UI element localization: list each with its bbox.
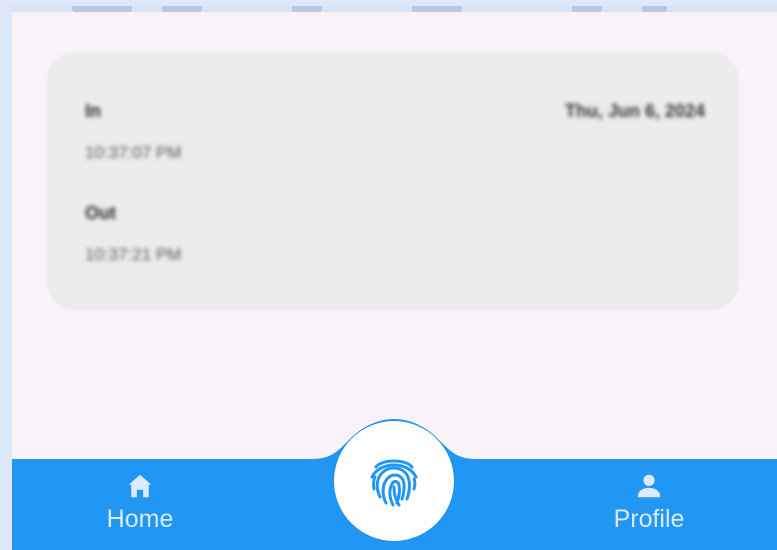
nav-item-home-label: Home	[106, 505, 174, 533]
in-time: 10:37:07 PM	[85, 143, 182, 162]
nav-item-home[interactable]: Home	[75, 471, 205, 534]
attendance-record-card[interactable]: In 10:37:07 PM Out 10:37:21 PM Thu, Jun …	[49, 53, 737, 307]
out-time: 10:37:21 PM	[85, 245, 182, 264]
top-header-strip	[12, 6, 777, 12]
in-label: In	[85, 101, 101, 121]
home-icon	[128, 474, 152, 498]
person-icon	[637, 474, 661, 498]
fingerprint-icon	[370, 459, 418, 507]
out-label: Out	[85, 203, 116, 223]
device-frame: In 10:37:07 PM Out 10:37:21 PM Thu, Jun …	[0, 0, 777, 550]
nav-item-profile-label: Profile	[613, 505, 685, 533]
nav-item-profile[interactable]: Profile	[584, 471, 714, 534]
record-date: Thu, Jun 6, 2024	[564, 101, 705, 121]
fingerprint-button[interactable]	[334, 421, 454, 541]
app-screen: In 10:37:07 PM Out 10:37:21 PM Thu, Jun …	[12, 6, 777, 550]
